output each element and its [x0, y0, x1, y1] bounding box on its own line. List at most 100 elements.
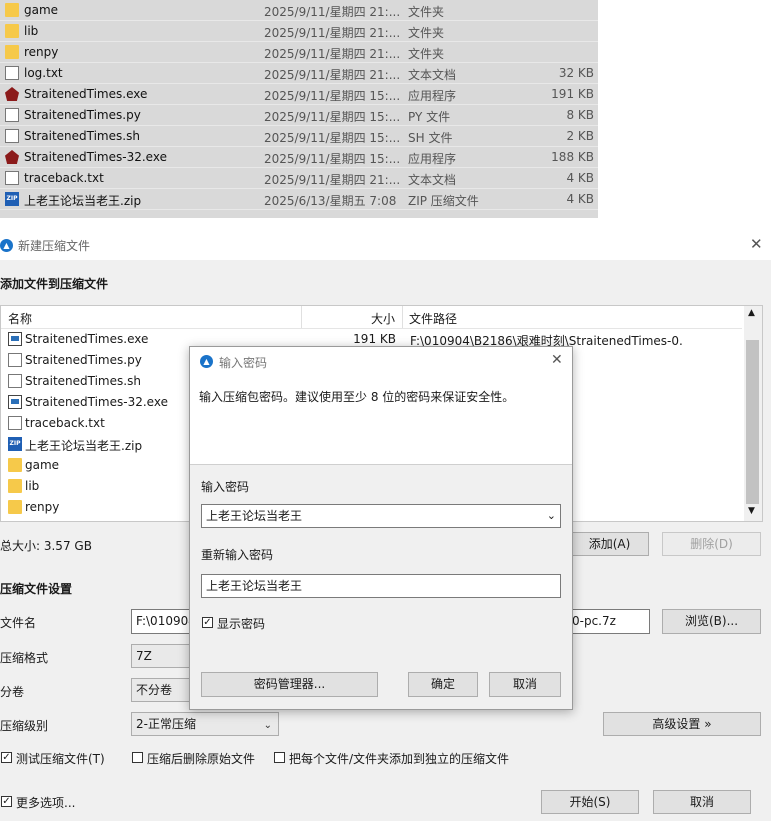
delete-button[interactable]: 删除(D) — [662, 532, 761, 556]
file-icon — [5, 129, 19, 143]
explorer-row[interactable]: traceback.txt 2025/9/11/星期四 21:... 文本文档 4 K… — [0, 168, 598, 189]
filename-value-tail: 0-pc.7z — [572, 614, 616, 628]
file-date: 2025/9/11/星期四 21:... — [264, 47, 401, 61]
filename-value: F:\010904 — [136, 614, 196, 628]
scrollbar-thumb[interactable] — [746, 340, 759, 504]
file-type: 文件夹 — [408, 26, 445, 40]
ok-button[interactable]: 确定 — [408, 672, 478, 697]
column-divider[interactable] — [402, 306, 403, 328]
column-header-path[interactable]: 文件路径 — [409, 310, 457, 327]
filename-label: 文件名 — [0, 616, 37, 630]
chevron-down-icon[interactable]: ⌄ — [547, 505, 556, 527]
separate-archives-checkbox[interactable] — [274, 752, 285, 763]
explorer-row[interactable]: lib 2025/9/11/星期四 21:... 文件夹 — [0, 21, 598, 42]
chevron-down-icon: ⌄ — [263, 720, 272, 731]
browse-button[interactable]: 浏览(B)... — [662, 609, 761, 634]
window-titlebar: ▲ 新建压缩文件 ✕ — [0, 230, 771, 260]
file-name: StraitenedTimes.exe — [24, 87, 148, 101]
cancel-button[interactable]: 取消 — [653, 790, 751, 814]
file-name: traceback.txt — [24, 171, 104, 185]
scroll-down-icon[interactable]: ▼ — [748, 506, 755, 516]
explorer-row[interactable]: game 2025/9/11/星期四 21:... 文件夹 — [0, 0, 598, 21]
file-name: log.txt — [24, 66, 63, 80]
file-size: 4 KB — [566, 192, 594, 206]
separate-archives-label[interactable]: 把每个文件/文件夹添加到独立的压缩文件 — [289, 750, 509, 767]
file-type: 文件夹 — [408, 5, 445, 19]
file-icon — [8, 374, 22, 388]
file-type: SH 文件 — [408, 131, 453, 145]
password-value: 上老王论坛当老王 — [206, 509, 303, 523]
password-input[interactable]: 上老王论坛当老王 ⌄ — [201, 504, 561, 528]
scroll-up-icon[interactable]: ▲ — [748, 308, 755, 318]
file-name: StraitenedTimes.sh — [24, 129, 140, 143]
start-button[interactable]: 开始(S) — [541, 790, 639, 814]
folder-icon — [5, 45, 19, 59]
reenter-password-input[interactable]: 上老王论坛当老王 — [201, 574, 561, 598]
delete-after-checkbox[interactable] — [132, 752, 143, 763]
add-button[interactable]: 添加(A) — [570, 532, 649, 556]
file-date: 2025/9/11/星期四 15:... — [264, 110, 401, 124]
file-size: 188 KB — [551, 150, 594, 164]
folder-icon — [8, 479, 22, 493]
explorer-row[interactable]: StraitenedTimes.sh 2025/9/11/星期四 15:... SH… — [0, 126, 598, 147]
file-type: 应用程序 — [408, 152, 457, 166]
close-icon[interactable]: ✕ — [551, 352, 563, 368]
app-icon — [5, 150, 19, 164]
file-name: lib — [24, 24, 39, 38]
close-icon[interactable]: ✕ — [750, 235, 763, 253]
file-size: 191 KB — [551, 87, 594, 101]
test-archive-label[interactable]: 测试压缩文件(T) — [16, 750, 105, 767]
list-header: 名称 大小 文件路径 — [1, 306, 742, 329]
explorer-row[interactable]: renpy 2025/9/11/星期四 21:... 文件夹 — [0, 42, 598, 63]
file-type: 应用程序 — [408, 89, 457, 103]
file-type: 文件夹 — [408, 47, 445, 61]
file-date: 2025/9/11/星期四 15:... — [264, 131, 401, 145]
text-file-icon — [5, 66, 19, 80]
password-info-text: 输入压缩包密码。建议使用至少 8 位的密码来保证安全性。 — [199, 390, 515, 404]
file-size: 4 KB — [566, 171, 594, 185]
password-manager-button[interactable]: 密码管理器... — [201, 672, 378, 697]
folder-icon — [5, 24, 19, 38]
app-logo-icon: ▲ — [0, 239, 13, 252]
list-item-name: StraitenedTimes-32.exe — [25, 395, 168, 409]
format-label: 压缩格式 — [0, 651, 49, 665]
test-archive-checkbox[interactable]: ✓ — [1, 752, 12, 763]
file-type: 文本文档 — [408, 173, 457, 187]
explorer-row[interactable]: log.txt 2025/9/11/星期四 21:... 文本文档 32 KB — [0, 63, 598, 84]
level-label: 压缩级别 — [0, 719, 49, 733]
explorer-row[interactable]: ZIP 上老王论坛当老王.zip 2025/6/13/星期五 7:08 ZIP 压缩文… — [0, 189, 598, 210]
app-icon — [8, 395, 22, 409]
reenter-password-label: 重新输入密码 — [201, 548, 274, 562]
more-options-label[interactable]: 更多选项... — [16, 794, 75, 811]
list-item-name: lib — [25, 479, 40, 493]
explorer-row[interactable]: StraitenedTimes-32.exe 2025/9/11/星期四 15:.… — [0, 147, 598, 168]
file-date: 2025/9/11/星期四 21:... — [264, 173, 401, 187]
delete-after-label[interactable]: 压缩后删除原始文件 — [147, 750, 255, 767]
column-header-name[interactable]: 名称 — [8, 310, 32, 327]
vertical-scrollbar[interactable]: ▲ ▼ — [744, 306, 762, 521]
show-password-label[interactable]: 显示密码 — [217, 615, 265, 632]
list-item-name: StraitenedTimes.exe — [25, 332, 149, 346]
show-password-checkbox[interactable]: ✓ — [202, 617, 213, 628]
explorer-row[interactable]: StraitenedTimes.py 2025/9/11/星期四 15:... PY… — [0, 105, 598, 126]
password-cancel-button[interactable]: 取消 — [489, 672, 561, 697]
file-date: 2025/9/11/星期四 15:... — [264, 89, 401, 103]
level-select[interactable]: 2-正常压缩 ⌄ — [131, 712, 279, 736]
column-divider[interactable] — [301, 306, 302, 328]
folder-icon — [8, 500, 22, 514]
list-item-name: StraitenedTimes.sh — [25, 374, 141, 388]
app-icon — [5, 87, 19, 101]
explorer-row[interactable]: StraitenedTimes.exe 2025/9/11/星期四 15:... 应… — [0, 84, 598, 105]
file-name: 上老王论坛当老王.zip — [24, 194, 142, 208]
file-name: StraitenedTimes-32.exe — [24, 150, 167, 164]
more-options-checkbox[interactable]: ✓ — [1, 796, 12, 807]
column-header-size[interactable]: 大小 — [371, 310, 395, 327]
password-dialog-titlebar: ▲ 输入密码 ✕ — [190, 347, 572, 376]
password-info-panel: 输入压缩包密码。建议使用至少 8 位的密码来保证安全性。 — [190, 376, 572, 465]
password-dialog: ▲ 输入密码 ✕ 输入压缩包密码。建议使用至少 8 位的密码来保证安全性。 输入… — [189, 346, 573, 710]
list-item-size: 191 KB — [353, 332, 396, 346]
advanced-settings-button[interactable]: 高级设置 » — [603, 712, 761, 736]
file-date: 2025/9/11/星期四 21:... — [264, 68, 401, 82]
list-item-name: StraitenedTimes.py — [25, 353, 142, 367]
file-size: 8 KB — [566, 108, 594, 122]
